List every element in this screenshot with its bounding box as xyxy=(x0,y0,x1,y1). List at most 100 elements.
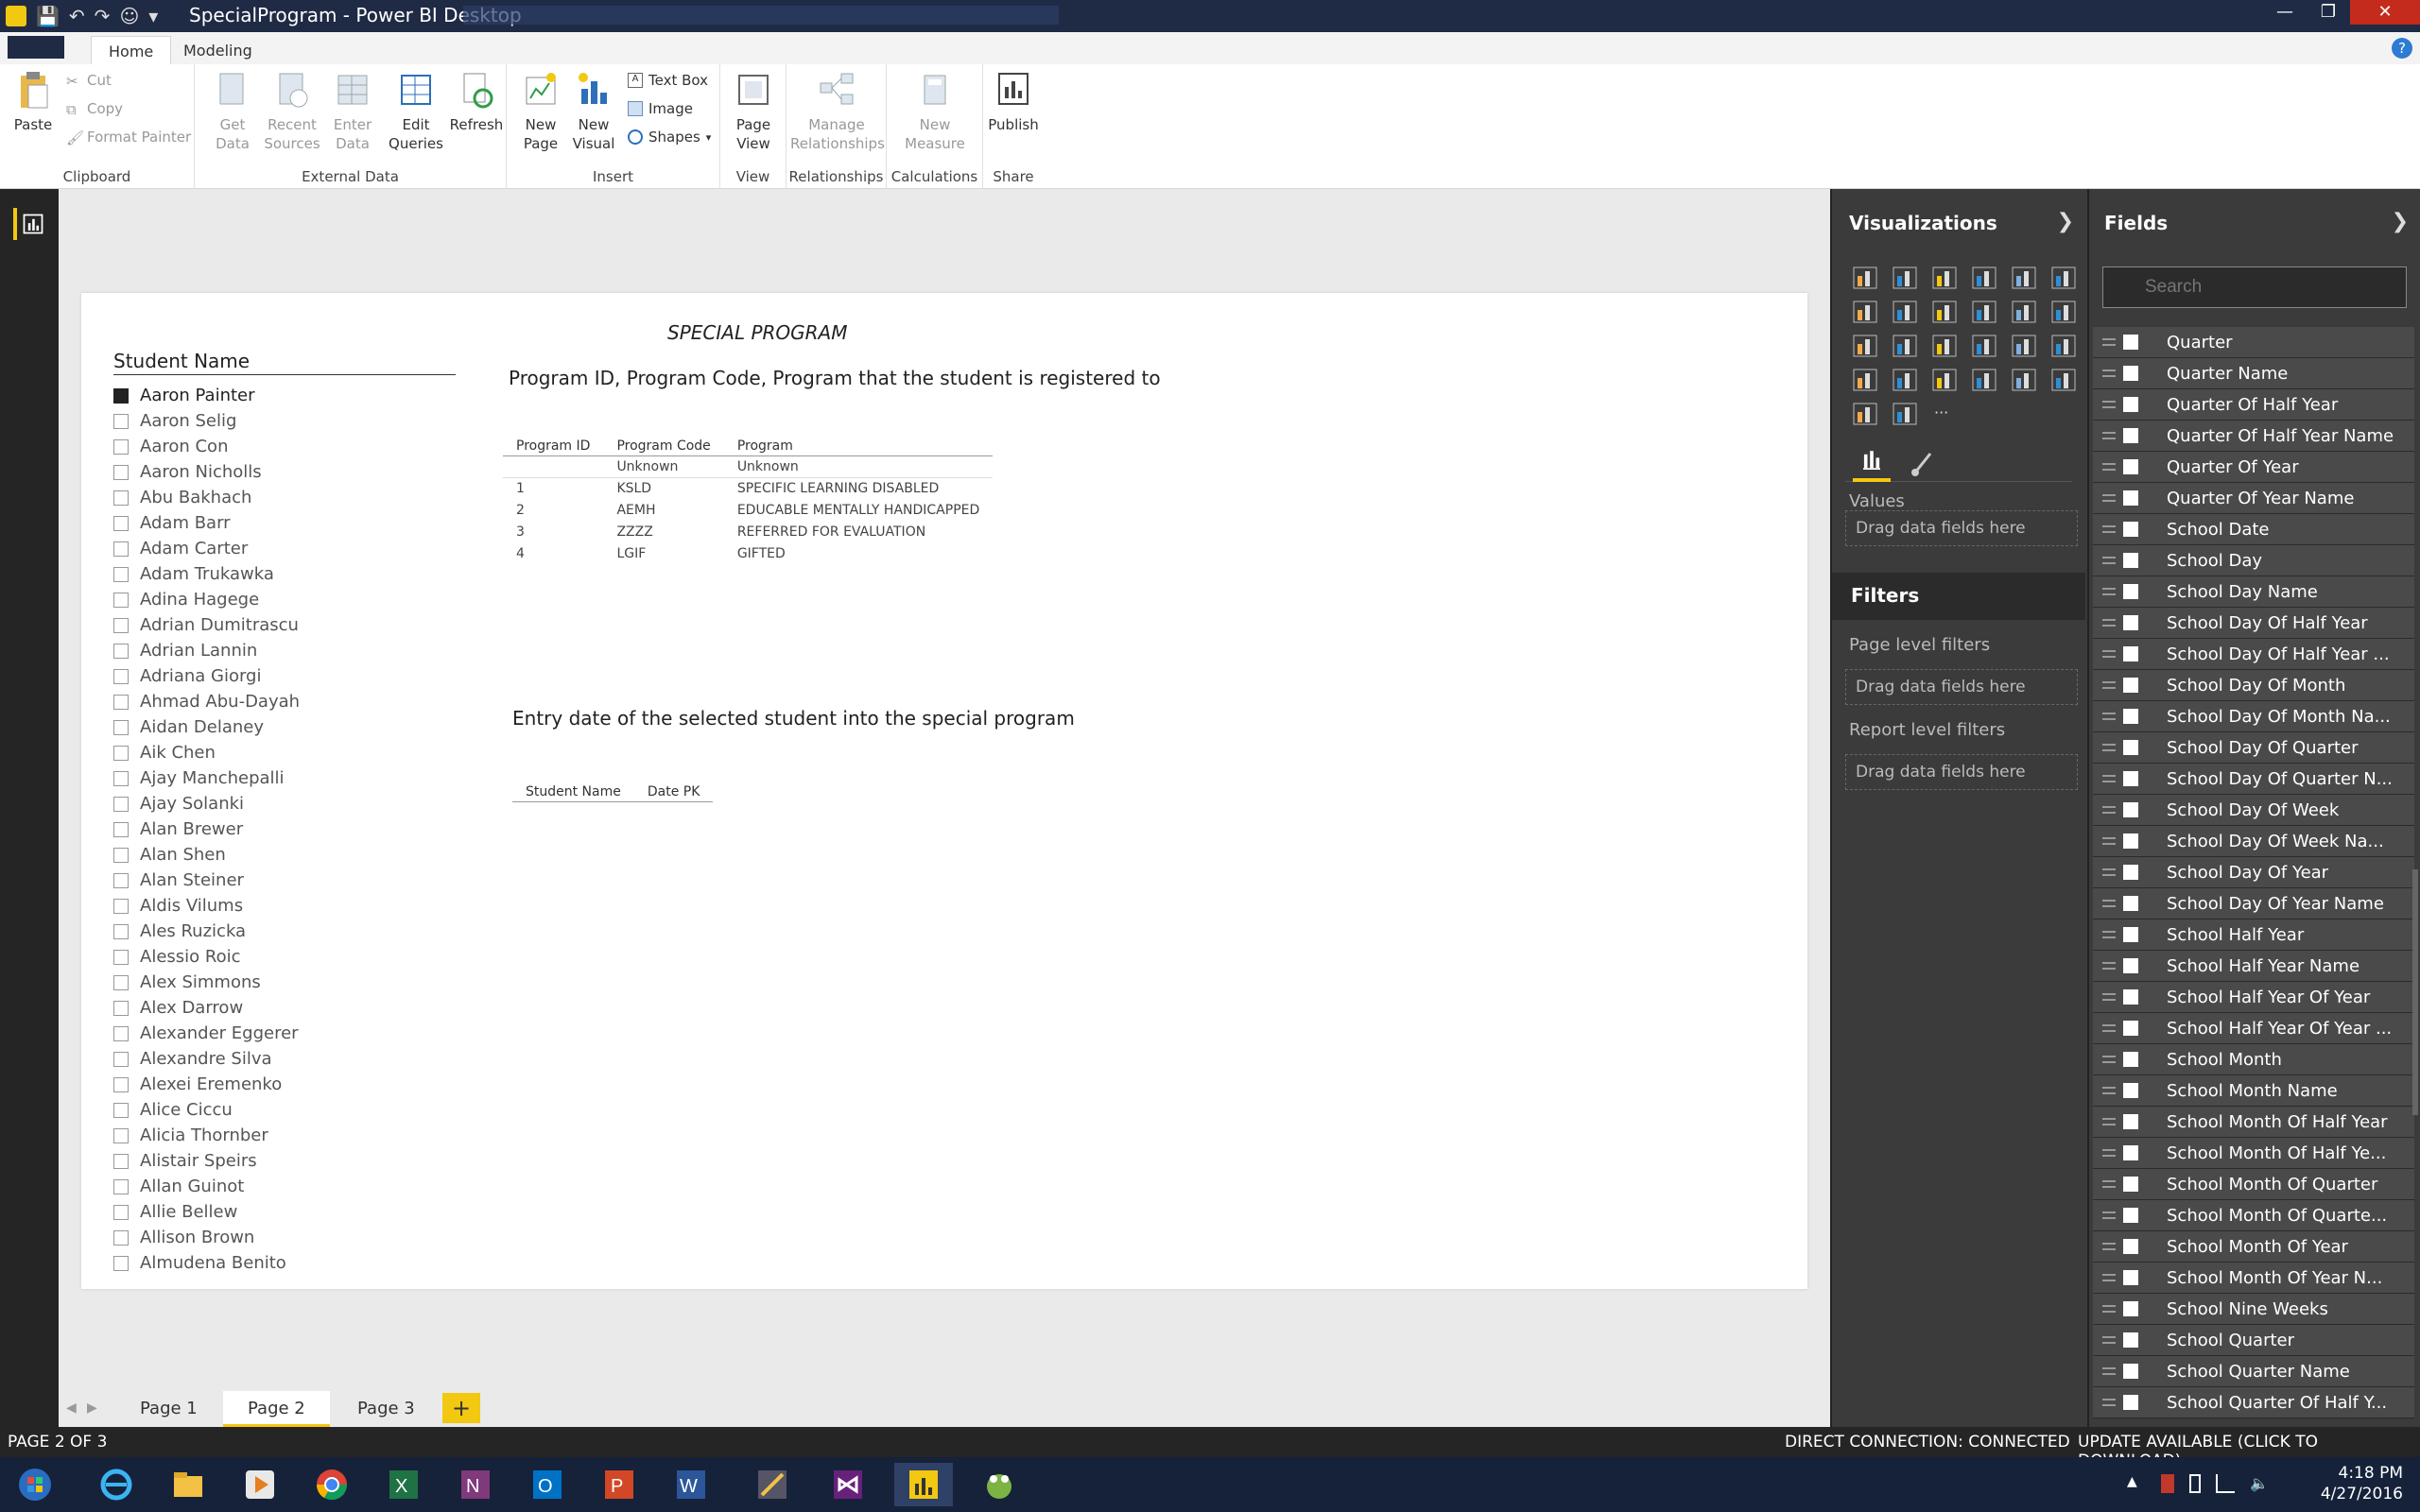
drag-handle-icon[interactable] xyxy=(2102,1399,2116,1406)
pie-chart-icon[interactable] xyxy=(1893,335,1917,357)
drag-handle-icon[interactable] xyxy=(2102,837,2116,845)
field-checkbox[interactable] xyxy=(2123,1270,2138,1285)
field-checkbox[interactable] xyxy=(2123,958,2138,973)
slicer-item[interactable]: Aik Chen xyxy=(113,740,463,765)
slicer-checkbox[interactable] xyxy=(113,1204,129,1220)
field-item[interactable]: School Month Of Quarter xyxy=(2093,1169,2414,1200)
add-page-button[interactable]: + xyxy=(442,1393,480,1423)
slicer-checkbox[interactable] xyxy=(113,796,129,812)
action-center-flag-icon[interactable] xyxy=(2161,1474,2174,1493)
stacked-column-icon[interactable] xyxy=(1893,266,1917,289)
slicer-checkbox[interactable] xyxy=(113,515,129,531)
values-dropzone[interactable]: Drag data fields here xyxy=(1845,510,2078,546)
column-student-name[interactable]: Student Name xyxy=(512,782,634,802)
field-checkbox[interactable] xyxy=(2123,771,2138,786)
kpi-icon[interactable] xyxy=(2051,369,2076,391)
drag-handle-icon[interactable] xyxy=(2102,1305,2116,1313)
slicer-item[interactable]: Aaron Selig xyxy=(113,408,463,434)
slicer-item[interactable]: Adrian Dumitrascu xyxy=(113,612,463,638)
stacked-bar-icon[interactable] xyxy=(1853,266,1877,289)
field-item[interactable]: School Day xyxy=(2093,545,2414,576)
slicer-item[interactable]: Alexander Eggerer xyxy=(113,1021,463,1046)
slicer-checkbox[interactable] xyxy=(113,438,129,455)
drag-handle-icon[interactable] xyxy=(2102,744,2116,751)
line-clustered-column-icon[interactable] xyxy=(2012,301,2036,323)
field-item[interactable]: School Quarter Of Half Y... xyxy=(2093,1387,2414,1418)
drag-handle-icon[interactable] xyxy=(2102,681,2116,689)
slicer-item[interactable]: Ahmad Abu-Dayah xyxy=(113,689,463,714)
drag-handle-icon[interactable] xyxy=(2102,806,2116,814)
treemap-icon[interactable] xyxy=(1932,335,1957,357)
drag-handle-icon[interactable] xyxy=(2102,931,2116,938)
slicer-checkbox[interactable] xyxy=(113,872,129,888)
map-icon[interactable] xyxy=(1972,335,1996,357)
format-paintbrush-icon[interactable] xyxy=(1904,444,1942,482)
field-item[interactable]: School Day Of Half Year xyxy=(2093,608,2414,639)
page-tab-2[interactable]: Page 2 xyxy=(223,1391,330,1427)
slicer-checkbox[interactable] xyxy=(113,847,129,863)
field-item[interactable]: School Half Year xyxy=(2093,919,2414,951)
smiley-feedback-icon[interactable]: ☺ xyxy=(119,5,139,27)
drag-handle-icon[interactable] xyxy=(2102,401,2116,408)
field-item[interactable]: School Day Of Month Na... xyxy=(2093,701,2414,732)
area-chart-icon[interactable] xyxy=(1893,301,1917,323)
funnel-icon[interactable] xyxy=(1893,369,1917,391)
slicer-item[interactable]: Alistair Speirs xyxy=(113,1148,463,1174)
slicer-item[interactable]: Alexei Eremenko xyxy=(113,1072,463,1097)
100-column-icon[interactable] xyxy=(2051,266,2076,289)
slicer-checkbox[interactable] xyxy=(113,1153,129,1169)
close-button[interactable]: ✕ xyxy=(2350,0,2420,25)
slicer-item[interactable]: Alan Brewer xyxy=(113,816,463,842)
field-item[interactable]: School Day Of Year Name xyxy=(2093,888,2414,919)
clustered-bar-icon[interactable] xyxy=(1932,266,1957,289)
field-item[interactable]: School Day Of Month xyxy=(2093,670,2414,701)
page-filters-dropzone[interactable]: Drag data fields here xyxy=(1845,669,2078,705)
slicer-checkbox[interactable] xyxy=(113,668,129,684)
field-checkbox[interactable] xyxy=(2123,802,2138,817)
page-view-button[interactable]: Page View xyxy=(726,70,781,153)
cut-button[interactable]: ✂ Cut xyxy=(66,72,112,90)
column-program-id[interactable]: Program ID xyxy=(503,437,604,456)
drag-handle-icon[interactable] xyxy=(2102,900,2116,907)
slicer-checkbox[interactable] xyxy=(113,770,129,786)
field-checkbox[interactable] xyxy=(2123,833,2138,849)
column-date-pk[interactable]: Date PK xyxy=(633,782,714,802)
taskbar-outlook[interactable]: O xyxy=(518,1463,577,1506)
donut-icon[interactable] xyxy=(1893,403,1917,425)
field-checkbox[interactable] xyxy=(2123,584,2138,599)
taskbar-onenote[interactable]: N xyxy=(446,1463,505,1506)
drag-handle-icon[interactable] xyxy=(2102,1087,2116,1094)
field-checkbox[interactable] xyxy=(2123,989,2138,1005)
drag-handle-icon[interactable] xyxy=(2102,557,2116,564)
slicer-checkbox[interactable] xyxy=(113,745,129,761)
slicer-item[interactable]: Alan Steiner xyxy=(113,868,463,893)
slicer-item[interactable]: Alice Ciccu xyxy=(113,1097,463,1123)
drag-handle-icon[interactable] xyxy=(2102,868,2116,876)
get-data-button[interactable]: Get Data xyxy=(204,70,261,153)
field-item[interactable]: School Quarter xyxy=(2093,1325,2414,1356)
drag-handle-icon[interactable] xyxy=(2102,775,2116,782)
slicer-checkbox[interactable] xyxy=(113,566,129,582)
field-item[interactable]: School Nine Weeks xyxy=(2093,1294,2414,1325)
slicer-item[interactable]: Almudena Benito xyxy=(113,1250,463,1276)
field-item[interactable]: School Day Of Year xyxy=(2093,857,2414,888)
drag-handle-icon[interactable] xyxy=(2102,619,2116,627)
slicer-item[interactable]: Adam Barr xyxy=(113,510,463,536)
taskbar-power-bi[interactable] xyxy=(894,1463,953,1506)
slicer-checkbox[interactable] xyxy=(113,1127,129,1143)
fields-search-input[interactable] xyxy=(2102,266,2407,308)
field-item[interactable]: Quarter Of Half Year xyxy=(2093,389,2414,421)
slicer-item[interactable]: Alex Darrow xyxy=(113,995,463,1021)
drag-handle-icon[interactable] xyxy=(2102,1274,2116,1281)
drag-handle-icon[interactable] xyxy=(2102,432,2116,439)
field-checkbox[interactable] xyxy=(2123,1364,2138,1379)
slicer-item[interactable]: Alex Simmons xyxy=(113,970,463,995)
taskbar-word[interactable]: W xyxy=(662,1463,720,1506)
field-checkbox[interactable] xyxy=(2123,1301,2138,1316)
field-item[interactable]: School Quarter Name xyxy=(2093,1356,2414,1387)
field-checkbox[interactable] xyxy=(2123,490,2138,506)
volume-icon[interactable]: 🔈 xyxy=(2250,1474,2269,1493)
report-filters-dropzone[interactable]: Drag data fields here xyxy=(1845,754,2078,790)
drag-handle-icon[interactable] xyxy=(2102,993,2116,1001)
slicer-item[interactable]: Abu Bakhach xyxy=(113,485,463,510)
